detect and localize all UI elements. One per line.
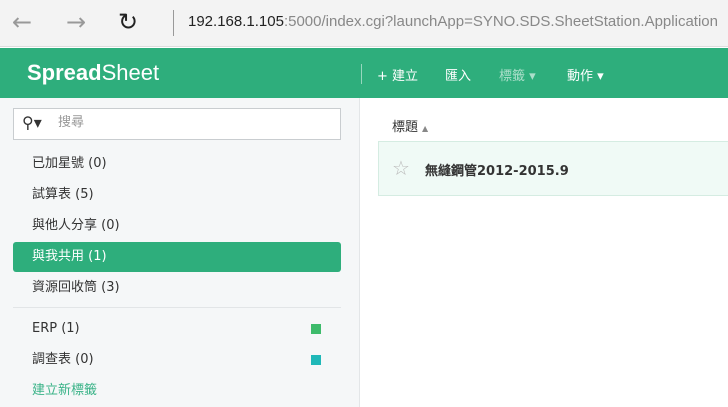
search-icon[interactable]: ⚲▾ xyxy=(22,113,42,132)
address-bar[interactable]: 192.168.1.105:5000/index.cgi?launchApp=S… xyxy=(188,13,718,30)
tag-label: 調查表 (0) xyxy=(32,352,94,367)
search-input[interactable] xyxy=(58,115,328,130)
file-row[interactable]: ☆ 無縫鋼管2012-2015.9 xyxy=(378,141,728,196)
create-button[interactable]: + 建立 xyxy=(377,65,418,84)
file-name: 無縫鋼管2012-2015.9 xyxy=(425,164,569,179)
tag-color-swatch xyxy=(311,355,321,365)
column-header-title[interactable]: 標題 ▲ xyxy=(392,116,428,135)
url-path: :5000/index.cgi?launchApp=SYNO.SDS.Sheet… xyxy=(283,13,718,30)
sidebar-item-shared-with-others[interactable]: 與他人分享 (0) xyxy=(13,211,341,241)
back-button[interactable]: ← xyxy=(12,8,32,36)
sidebar-item-starred[interactable]: 已加星號 (0) xyxy=(13,149,341,179)
url-host: 192.168.1.105 xyxy=(188,13,284,30)
star-icon[interactable]: ☆ xyxy=(392,156,410,180)
sort-asc-icon: ▲ xyxy=(422,124,429,133)
sidebar-item-shared-with-me[interactable]: 與我共用 (1) xyxy=(13,242,341,272)
tag-item-erp[interactable]: ERP (1) xyxy=(13,314,341,344)
search-box[interactable]: ⚲▾ xyxy=(13,108,341,140)
browser-toolbar: ← → ↻ 192.168.1.105:5000/index.cgi?launc… xyxy=(0,0,728,47)
file-list: 標題 ▲ ☆ 無縫鋼管2012-2015.9 xyxy=(361,98,728,407)
tag-color-swatch xyxy=(311,324,321,334)
create-new-tag-link[interactable]: 建立新標籤 xyxy=(13,376,341,406)
header-divider xyxy=(361,64,362,84)
forward-button[interactable]: → xyxy=(66,8,86,36)
import-button[interactable]: 匯入 xyxy=(445,65,471,84)
tag-item-survey[interactable]: 調查表 (0) xyxy=(13,345,341,375)
sidebar-divider xyxy=(13,307,341,308)
tags-menu[interactable]: 標籤 ▾ xyxy=(499,65,536,84)
tag-label: ERP (1) xyxy=(32,321,80,336)
toolbar-divider xyxy=(173,10,174,36)
sidebar: ⚲▾ 已加星號 (0) 試算表 (5) 與他人分享 (0) 與我共用 (1) 資… xyxy=(0,98,360,407)
app-logo: SpreadSheet xyxy=(27,60,160,85)
actions-menu[interactable]: 動作 ▾ xyxy=(567,65,604,84)
app-header: SpreadSheet + 建立 匯入 標籤 ▾ 動作 ▾ xyxy=(0,48,728,98)
sidebar-item-recycle-bin[interactable]: 資源回收筒 (3) xyxy=(13,273,341,303)
sidebar-item-spreadsheets[interactable]: 試算表 (5) xyxy=(13,180,341,210)
refresh-button[interactable]: ↻ xyxy=(118,8,138,36)
